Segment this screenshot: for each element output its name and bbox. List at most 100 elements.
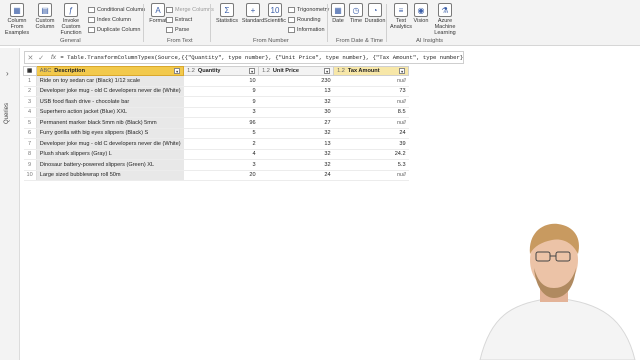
column-header-description[interactable]: ABC Description ▾: [35, 66, 185, 76]
row-number[interactable]: 8: [23, 149, 37, 160]
commit-formula-icon[interactable]: ✓: [36, 54, 47, 62]
cell-description[interactable]: Large sized bubblewrap roll 50m: [36, 170, 184, 181]
standard-ops-icon: +: [246, 3, 260, 17]
row-number[interactable]: 2: [23, 86, 37, 97]
row-number[interactable]: 3: [23, 96, 37, 108]
table-row[interactable]: 7 Developer joke mug - old C developers n…: [23, 138, 409, 150]
cell-description[interactable]: Dinosaur battery-powered slippers (Green…: [36, 159, 184, 171]
column-header-unit-price[interactable]: 1.2 Unit Price ▾: [258, 66, 335, 76]
cell-quantity[interactable]: 9: [183, 86, 259, 97]
duplicate-column-button[interactable]: Duplicate Column: [88, 26, 140, 34]
cell-description[interactable]: Furry gorilla with big eyes slippers (Bl…: [36, 128, 184, 139]
cell-unit-price[interactable]: 27: [258, 117, 334, 129]
column-header-quantity[interactable]: 1.2 Quantity ▾: [183, 66, 260, 76]
row-number[interactable]: 4: [23, 107, 37, 118]
cell-unit-price[interactable]: 13: [258, 138, 334, 150]
table-row[interactable]: 8 Plush shark slippers (Gray) L 4 32 24.2: [23, 149, 409, 160]
information-button[interactable]: Information: [288, 26, 325, 34]
conditional-icon: [88, 7, 95, 13]
filter-dropdown-icon[interactable]: ▾: [324, 68, 331, 74]
filter-dropdown-icon[interactable]: ▾: [399, 68, 406, 74]
cell-unit-price[interactable]: 13: [258, 86, 334, 97]
queries-pane-label[interactable]: Queries: [4, 103, 10, 124]
azure-machine-learning-button[interactable]: ⚗ Azure Machine Learning: [430, 3, 460, 36]
cell-description[interactable]: Developer joke mug - old C developers ne…: [36, 138, 184, 150]
cell-description[interactable]: Permanent marker black 5mm nib (Black) 5…: [36, 117, 184, 129]
fx-icon: fx: [50, 54, 57, 61]
rounding-button[interactable]: Rounding: [288, 16, 321, 24]
column-header-tax-amount[interactable]: 1.2 Tax Amount ▾: [333, 66, 410, 76]
row-number[interactable]: 5: [23, 117, 37, 129]
cell-description[interactable]: Plush shark slippers (Gray) L: [36, 149, 184, 160]
column-from-examples-button[interactable]: ▦ Column From Examples: [2, 3, 32, 36]
cell-tax-amount[interactable]: 24.2: [333, 149, 409, 160]
formula-bar[interactable]: ✕ ✓ fx = Table.TransformColumnTypes(Sour…: [24, 51, 464, 64]
invoke-custom-function-button[interactable]: ƒ Invoke Custom Function: [56, 3, 86, 36]
custom-column-icon: ▤: [38, 3, 52, 17]
cell-description[interactable]: Ride on toy sedan car (Black) 1/12 scale: [36, 75, 184, 87]
table-row[interactable]: 1 Ride on toy sedan car (Black) 1/12 scal…: [23, 75, 409, 87]
extract-button[interactable]: Extract: [166, 16, 192, 24]
cell-unit-price[interactable]: 30: [258, 107, 334, 118]
table-row[interactable]: 4 Superhero action jacket (Blue) XXL 3 30 8.…: [23, 107, 409, 118]
table-row[interactable]: 5 Permanent marker black 5mm nib (Black) …: [23, 117, 409, 129]
filter-dropdown-icon[interactable]: ▾: [174, 68, 181, 74]
filter-dropdown-icon[interactable]: ▾: [249, 68, 256, 74]
chevron-right-icon[interactable]: ›: [6, 69, 9, 78]
row-number[interactable]: 6: [23, 128, 37, 139]
cell-tax-amount[interactable]: null: [333, 96, 409, 108]
table-row[interactable]: 3 USB food flash drive - chocolate bar 9 32…: [23, 96, 409, 108]
scientific-button[interactable]: 10 Scientific: [260, 3, 290, 24]
cell-quantity[interactable]: 20: [183, 170, 259, 181]
table-corner-menu[interactable]: ▦: [23, 66, 37, 76]
cell-description[interactable]: USB food flash drive - chocolate bar: [36, 96, 184, 108]
cell-unit-price[interactable]: 32: [258, 149, 334, 160]
group-label-general: General: [60, 38, 81, 44]
cell-tax-amount[interactable]: 73: [333, 86, 409, 97]
type-icon[interactable]: 1.2: [337, 68, 345, 74]
cell-unit-price[interactable]: 32: [258, 159, 334, 171]
merge-columns-button[interactable]: Merge Columns: [166, 6, 214, 14]
cell-quantity[interactable]: 3: [183, 159, 259, 171]
parse-button[interactable]: Parse: [166, 26, 189, 34]
cell-tax-amount[interactable]: 39: [333, 138, 409, 150]
cell-tax-amount[interactable]: 5.3: [333, 159, 409, 171]
cell-quantity[interactable]: 2: [183, 138, 259, 150]
table-row[interactable]: 6 Furry gorilla with big eyes slippers (B…: [23, 128, 409, 139]
cancel-formula-icon[interactable]: ✕: [25, 54, 36, 62]
cell-tax-amount[interactable]: null: [333, 75, 409, 87]
cell-unit-price[interactable]: 32: [258, 128, 334, 139]
cell-unit-price[interactable]: 230: [258, 75, 334, 87]
cell-quantity[interactable]: 10: [183, 75, 259, 87]
table-row[interactable]: 10 Large sized bubblewrap roll 50m 20 24 nul…: [23, 170, 409, 181]
cell-tax-amount[interactable]: null: [333, 170, 409, 181]
type-icon[interactable]: 1.2: [187, 68, 195, 74]
table-row[interactable]: 9 Dinosaur battery-powered slippers (Gree…: [23, 159, 409, 171]
cell-unit-price[interactable]: 32: [258, 96, 334, 108]
type-icon[interactable]: 1.2: [262, 68, 270, 74]
cell-description[interactable]: Superhero action jacket (Blue) XXL: [36, 107, 184, 118]
row-number[interactable]: 9: [23, 159, 37, 171]
row-number[interactable]: 7: [23, 138, 37, 150]
cell-quantity[interactable]: 3: [183, 107, 259, 118]
cell-description[interactable]: Developer joke mug - old C developers ne…: [36, 86, 184, 97]
cell-quantity[interactable]: 96: [183, 117, 259, 129]
presenter-webcam: [479, 223, 636, 360]
cell-unit-price[interactable]: 24: [258, 170, 334, 181]
cell-tax-amount[interactable]: 8.5: [333, 107, 409, 118]
sigma-icon: Σ: [220, 3, 234, 17]
type-icon[interactable]: ABC: [40, 68, 52, 74]
row-number[interactable]: 1: [23, 75, 37, 87]
format-icon: A: [151, 3, 165, 17]
cell-tax-amount[interactable]: null: [333, 117, 409, 129]
formula-text[interactable]: = Table.TransformColumnTypes(Source,{{"Q…: [60, 54, 463, 61]
data-grid: ▦ ABC Description ▾ 1.2 Quantity ▾ 1.2 Unit P…: [23, 66, 410, 181]
conditional-column-button[interactable]: Conditional Column: [88, 6, 145, 14]
cell-quantity[interactable]: 9: [183, 96, 259, 108]
cell-tax-amount[interactable]: 24: [333, 128, 409, 139]
index-column-button[interactable]: Index Column: [88, 16, 131, 24]
table-row[interactable]: 2 Developer joke mug - old C developers n…: [23, 86, 409, 97]
cell-quantity[interactable]: 5: [183, 128, 259, 139]
cell-quantity[interactable]: 4: [183, 149, 259, 160]
row-number[interactable]: 10: [23, 170, 37, 181]
